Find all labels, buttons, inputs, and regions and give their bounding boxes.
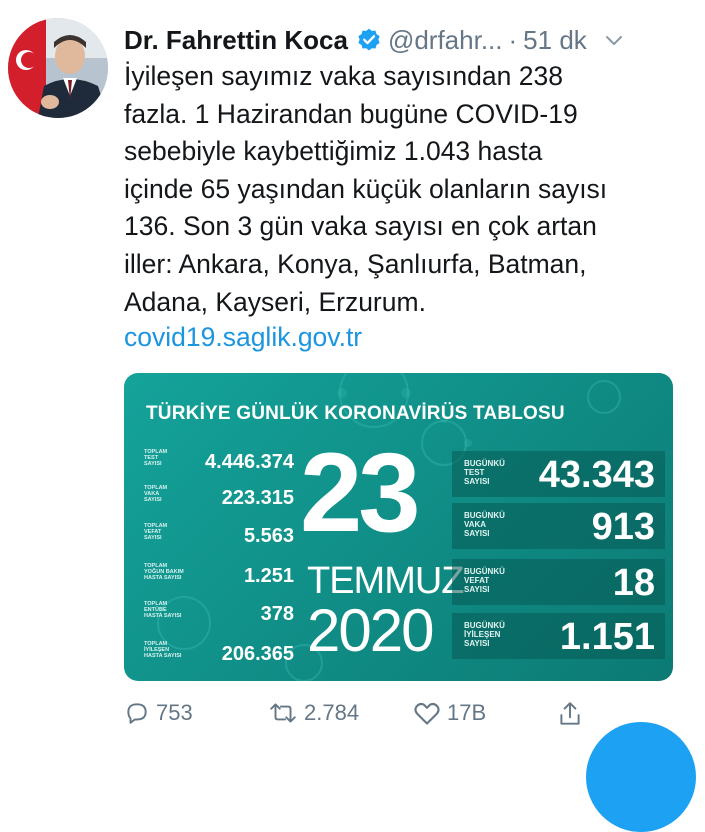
tweet-header: Dr. Fahrettin Koca @drfahr... · 51 dk bbox=[124, 22, 685, 58]
tweet-body: İyileşen sayımız vaka sayısından 238 faz… bbox=[124, 58, 684, 321]
tweet-text-line: Adana, Kayseri, Erzurum. bbox=[124, 286, 426, 317]
date-month: TEMMUZ bbox=[307, 560, 465, 602]
panel-value: 913 bbox=[591, 506, 655, 548]
reply-count: 753 bbox=[156, 700, 193, 725]
retweet-count: 2.784 bbox=[304, 700, 360, 725]
compose-tweet-button[interactable] bbox=[586, 722, 696, 832]
header-separator: · bbox=[508, 24, 518, 55]
total-case-row: TOPLAM VAKA SAYISI 223.315 bbox=[144, 485, 294, 513]
panel-label: BUGÜNKÜ VEFAT SAYISI bbox=[464, 567, 505, 594]
stat-label: TOPLAM TEST SAYISI bbox=[144, 449, 168, 467]
panel-label: BUGÜNKÜ İYİLEŞEN SAYISI bbox=[464, 621, 505, 648]
date-year: 2020 bbox=[307, 597, 434, 664]
total-icu-row: TOPLAM YOĞUN BAKIM HASTA SAYISI 1.251 bbox=[144, 563, 294, 591]
stat-label: TOPLAM VEFAT SAYISI bbox=[144, 523, 168, 541]
tweet-text-line: İyileşen sayımız vaka sayısından 238 bbox=[124, 61, 563, 91]
stat-label: TOPLAM YOĞUN BAKIM HASTA SAYISI bbox=[144, 563, 184, 581]
today-case-panel: BUGÜNKÜ VAKA SAYISI 913 bbox=[452, 503, 665, 549]
panel-value: 1.151 bbox=[559, 616, 655, 658]
tweet-text-line: iller: Ankara, Konya, Şanlıurfa, Batman, bbox=[124, 248, 587, 279]
tweet-text-line: 136. Son 3 gün vaka sayısı en çok artan bbox=[124, 211, 597, 242]
share-button[interactable] bbox=[557, 700, 583, 728]
stat-value: 4.446.374 bbox=[205, 451, 294, 473]
tweet-actions: 753 2.784 17B bbox=[124, 700, 594, 730]
total-test-row: TOPLAM TEST SAYISI 4.446.374 bbox=[144, 449, 294, 477]
like-count: 17B bbox=[447, 700, 487, 725]
author-name[interactable]: Dr. Fahrettin Koca bbox=[124, 25, 348, 56]
like-button[interactable]: 17B bbox=[413, 700, 486, 726]
tweet-link[interactable]: covid19.saglik.gov.tr bbox=[124, 319, 362, 356]
total-intubated-row: TOPLAM ENTÜBE HASTA SAYISI 378 bbox=[144, 601, 294, 629]
reply-button[interactable]: 753 bbox=[124, 700, 193, 726]
tweet-text-line: içinde 65 yaşından küçük olanların sayıs… bbox=[124, 173, 608, 204]
stat-value: 206.365 bbox=[221, 643, 294, 665]
panel-value: 43.343 bbox=[538, 454, 655, 496]
author-avatar[interactable] bbox=[8, 18, 108, 118]
stat-value: 378 bbox=[260, 603, 294, 625]
today-recovered-panel: BUGÜNKÜ İYİLEŞEN SAYISI 1.151 bbox=[452, 613, 665, 659]
chevron-down-icon[interactable] bbox=[603, 29, 625, 51]
covid-table-image[interactable]: TÜRKİYE GÜNLÜK KORONAVİRÜS TABLOSU TOPLA… bbox=[124, 373, 673, 681]
share-icon bbox=[560, 702, 580, 725]
stat-value: 1.251 bbox=[243, 565, 294, 587]
retweet-icon bbox=[270, 703, 296, 723]
retweet-button[interactable]: 2.784 bbox=[268, 700, 359, 726]
today-death-panel: BUGÜNKÜ VEFAT SAYISI 18 bbox=[452, 559, 665, 605]
tweet-text-line: fazla. 1 Hazirandan bugüne COVID-19 bbox=[124, 98, 578, 129]
stat-label: TOPLAM İYİLEŞEN HASTA SAYISI bbox=[144, 641, 182, 659]
stat-label: TOPLAM ENTÜBE HASTA SAYISI bbox=[144, 601, 182, 619]
date-day: 23 bbox=[300, 430, 421, 555]
total-death-row: TOPLAM VEFAT SAYISI 5.563 bbox=[144, 523, 294, 551]
panel-label: BUGÜNKÜ VAKA SAYISI bbox=[464, 511, 505, 538]
author-handle[interactable]: @drfahr... bbox=[388, 25, 503, 56]
like-icon bbox=[414, 702, 440, 725]
tweet-timestamp[interactable]: 51 dk bbox=[523, 25, 587, 56]
today-test-panel: BUGÜNKÜ TEST SAYISI 43.343 bbox=[452, 451, 665, 497]
total-recovered-row: TOPLAM İYİLEŞEN HASTA SAYISI 206.365 bbox=[144, 641, 294, 669]
panel-label: BUGÜNKÜ TEST SAYISI bbox=[464, 459, 505, 486]
stat-value: 5.563 bbox=[243, 525, 294, 547]
avatar-image bbox=[8, 18, 108, 118]
reply-icon bbox=[127, 703, 147, 724]
stat-label: TOPLAM VAKA SAYISI bbox=[144, 485, 168, 503]
verified-badge-icon bbox=[356, 27, 382, 53]
stat-value: 223.315 bbox=[221, 487, 294, 509]
card-title: TÜRKİYE GÜNLÜK KORONAVİRÜS TABLOSU bbox=[146, 403, 565, 424]
panel-value: 18 bbox=[612, 562, 655, 604]
tweet-text-line: sebebiyle kaybettiğimiz 1.043 hasta bbox=[124, 136, 543, 167]
